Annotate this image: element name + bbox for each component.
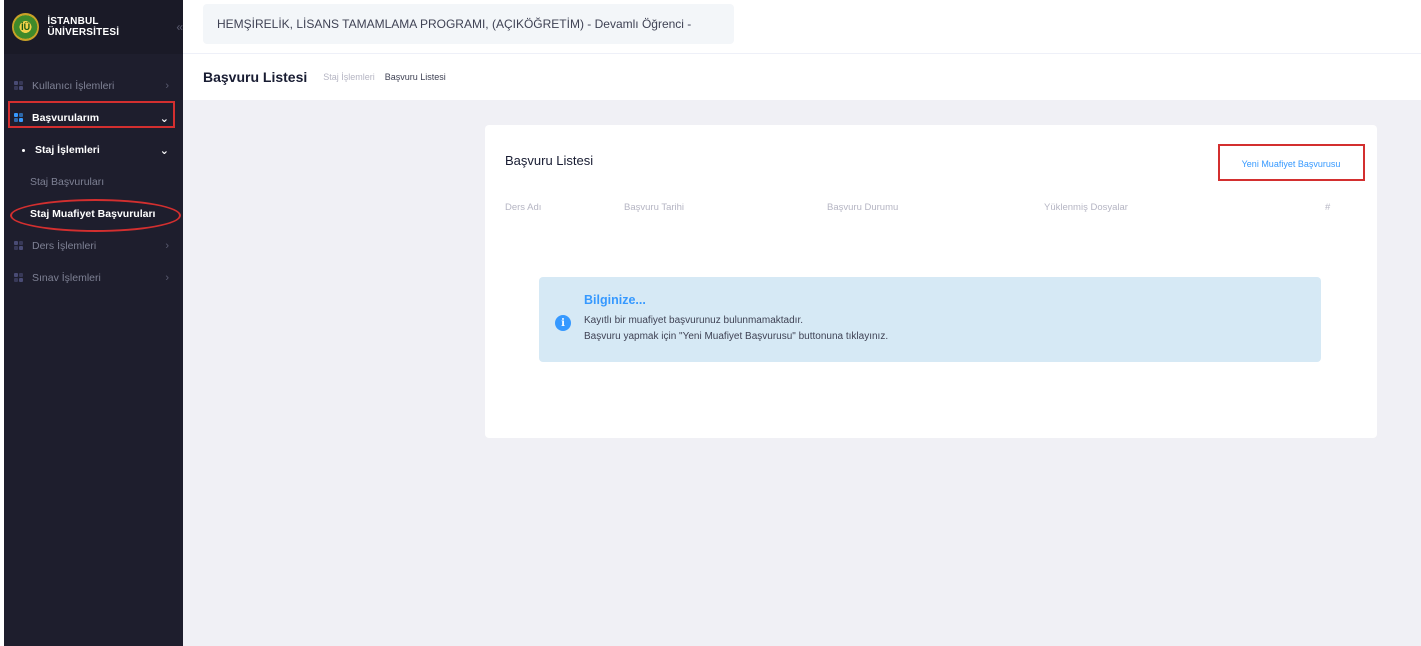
breadcrumb-staj-islemleri[interactable]: Staj İşlemleri — [323, 72, 375, 82]
column-actions: # — [1325, 202, 1331, 213]
menu-grid-icon — [14, 273, 24, 283]
info-icon: i — [555, 315, 571, 331]
alert-message-line-2: Başvuru yapmak için "Yeni Muafiyet Başvu… — [584, 331, 889, 342]
card-title: Başvuru Listesi — [505, 153, 594, 168]
university-logo: İÜ — [12, 13, 40, 41]
subheader: Başvuru Listesi Staj İşlemleri Başvuru L… — [183, 54, 1421, 100]
page-title: Başvuru Listesi — [203, 69, 308, 85]
application-list-card: Başvuru Listesi Yeni Muafiyet Başvurusu … — [485, 125, 1377, 438]
chevron-right-icon: › — [165, 80, 169, 92]
info-alert: i Bilginize... Kayıtlı bir muafiyet başv… — [539, 277, 1321, 362]
menu-grid-icon — [14, 241, 24, 251]
chevron-right-icon: › — [165, 240, 169, 252]
sidebar-item-kullanici-islemleri[interactable]: Kullanıcı İşlemleri › — [4, 70, 183, 102]
menu-grid-icon — [14, 113, 24, 123]
collapse-sidebar-icon[interactable]: « — [176, 20, 183, 34]
sidebar-menu: Kullanıcı İşlemleri › Başvurularım ⌄ Sta… — [4, 70, 183, 294]
new-exemption-application-button[interactable]: Yeni Muafiyet Başvurusu — [1221, 148, 1361, 180]
sidebar-item-sinav-islemleri[interactable]: Sınav İşlemleri › — [4, 262, 183, 294]
program-info: HEMŞİRELİK, LİSANS TAMAMLAMA PROGRAMI, (… — [203, 4, 734, 44]
sidebar-item-label: Ders İşlemleri — [32, 240, 97, 252]
menu-grid-icon — [14, 81, 24, 91]
sidebar-item-basvurularim[interactable]: Başvurularım ⌄ — [4, 102, 183, 134]
sidebar-item-label: Kullanıcı İşlemleri — [32, 80, 115, 92]
top-header: HEMŞİRELİK, LİSANS TAMAMLAMA PROGRAMI, (… — [183, 0, 1421, 54]
sidebar-item-staj-basvurulari[interactable]: Staj Başvuruları — [4, 166, 183, 198]
chevron-down-icon: ⌄ — [159, 112, 169, 125]
chevron-right-icon: › — [165, 272, 169, 284]
column-ders-adi: Ders Adı — [505, 202, 542, 213]
sidebar-item-ders-islemleri[interactable]: Ders İşlemleri › — [4, 230, 183, 262]
brand-name: İSTANBUL ÜNİVERSİTESİ — [47, 16, 120, 38]
bullet-icon — [22, 148, 25, 152]
sidebar-item-label: Staj İşlemleri — [35, 144, 100, 156]
program-label: HEMŞİRELİK, LİSANS TAMAMLAMA PROGRAMI, (… — [217, 17, 692, 31]
column-yuklenmis-dosyalar: Yüklenmiş Dosyalar — [1044, 202, 1128, 213]
brand: İÜ İSTANBUL ÜNİVERSİTESİ « — [4, 0, 183, 54]
sidebar-item-label: Sınav İşlemleri — [32, 272, 101, 284]
sidebar-item-staj-muafiyet-basvurulari[interactable]: Staj Muafiyet Başvuruları — [4, 198, 183, 230]
column-basvuru-durumu: Başvuru Durumu — [827, 202, 899, 213]
sidebar: İÜ İSTANBUL ÜNİVERSİTESİ « Kullanıcı İşl… — [4, 0, 183, 646]
main-content: Başvuru Listesi Yeni Muafiyet Başvurusu … — [183, 100, 1421, 646]
sidebar-item-label: Başvurularım — [32, 112, 100, 124]
alert-message-line-1: Kayıtlı bir muafiyet başvurunuz bulunmam… — [584, 315, 803, 326]
chevron-down-icon: ⌄ — [159, 144, 169, 157]
sidebar-item-staj-islemleri[interactable]: Staj İşlemleri ⌄ — [4, 134, 183, 166]
column-basvuru-tarihi: Başvuru Tarihi — [624, 202, 685, 213]
sidebar-item-label: Staj Muafiyet Başvuruları — [30, 208, 156, 220]
alert-title: Bilginize... — [584, 293, 646, 307]
sidebar-item-label: Staj Başvuruları — [30, 176, 105, 188]
breadcrumb-basvuru-listesi: Başvuru Listesi — [384, 72, 446, 82]
